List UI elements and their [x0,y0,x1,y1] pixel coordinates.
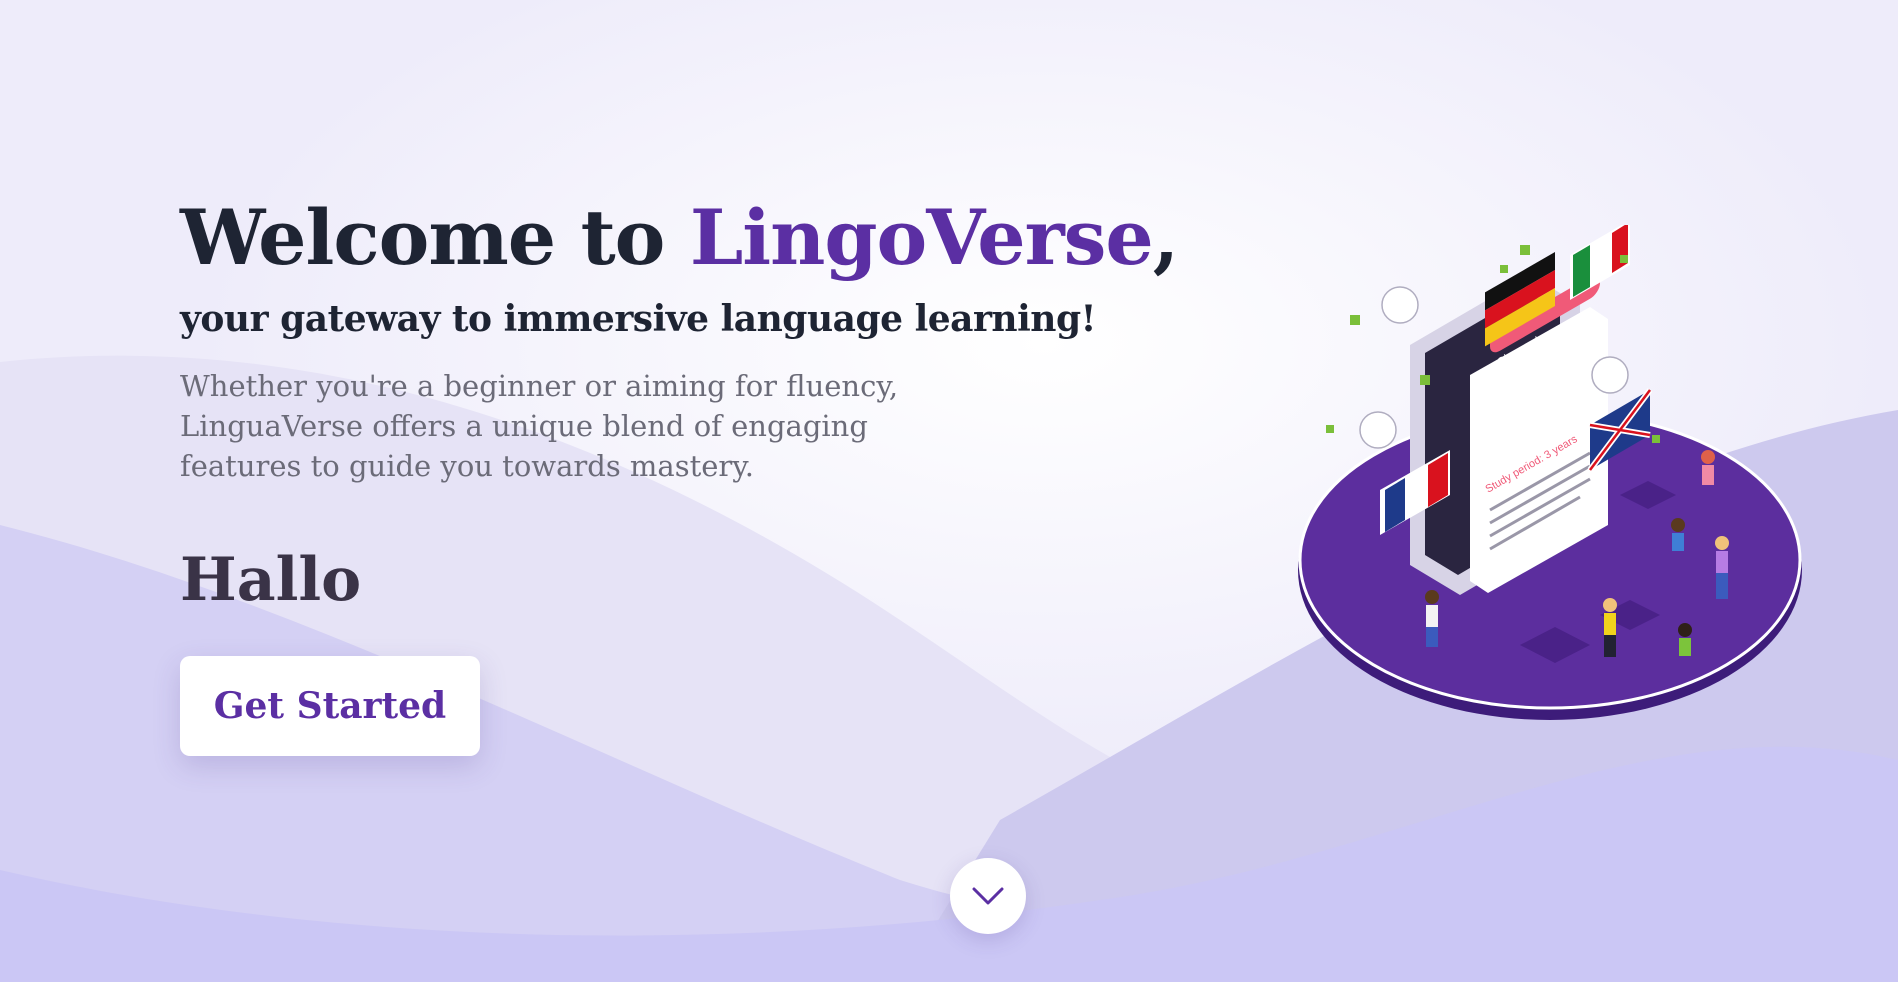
hero-description: Whether you're a beginner or aiming for … [180,369,899,483]
brand-name: LingoVerse [689,193,1154,282]
hero-title: Welcome to LingoVerse, [180,188,1179,288]
get-started-button[interactable]: Get Started [180,656,480,756]
title-prefix: Welcome to [180,193,690,282]
title-suffix: , [1152,193,1179,282]
scroll-down-button[interactable] [950,858,1026,934]
language-learning-illustration: Choose language Study period: 3 years [1298,225,1802,720]
hero-subtitle: your gateway to immersive language learn… [180,298,1096,340]
hero-section: Welcome to LingoVerse, your gateway to i… [180,188,1179,756]
chevron-down-icon [972,887,1004,905]
greeting-text: Hallo [180,545,362,615]
